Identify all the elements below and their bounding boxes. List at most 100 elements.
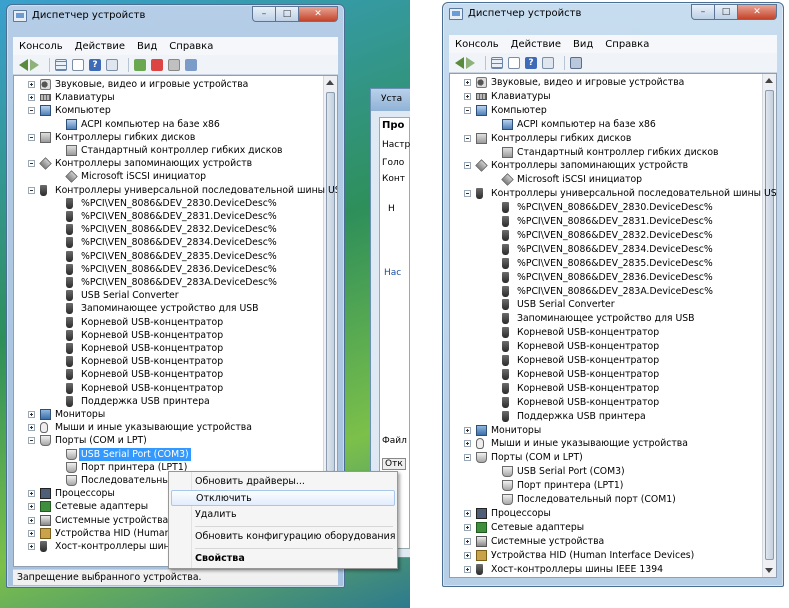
collapse-icon[interactable] bbox=[28, 186, 35, 194]
background-dialog-button[interactable]: Отк bbox=[382, 458, 406, 470]
background-dialog-tab[interactable]: Настр bbox=[382, 140, 410, 150]
tree-device[interactable]: %PCI\VEN_8086&DEV_2835.DeviceDesc% bbox=[450, 257, 760, 270]
tree-device[interactable]: Корневой USB-концентратор bbox=[14, 342, 321, 355]
tree-device[interactable]: Корневой USB-концентратор bbox=[14, 382, 321, 395]
help-icon[interactable]: ? bbox=[525, 56, 537, 69]
expand-icon[interactable] bbox=[28, 411, 35, 418]
menu-action[interactable]: Действие bbox=[511, 39, 561, 50]
menu-view[interactable]: Вид bbox=[137, 41, 157, 52]
collapse-icon[interactable] bbox=[28, 133, 35, 141]
menu-view[interactable]: Вид bbox=[573, 39, 593, 50]
tree-category[interactable]: Звуковые, видео и игровые устройства bbox=[450, 76, 760, 89]
tree-category[interactable]: Контроллеры гибких дисков bbox=[450, 132, 760, 145]
collapse-icon[interactable] bbox=[28, 160, 35, 168]
tree-category[interactable]: Компьютер bbox=[14, 104, 321, 117]
tree-category[interactable]: Хост-контроллеры шины IEEE 1394 bbox=[450, 563, 760, 576]
tree-device[interactable]: %PCI\VEN_8086&DEV_2830.DeviceDesc% bbox=[14, 197, 321, 210]
collapse-icon[interactable] bbox=[464, 162, 471, 170]
tree-device[interactable]: Корневой USB-концентратор bbox=[14, 355, 321, 368]
vertical-scrollbar[interactable] bbox=[762, 74, 776, 577]
collapse-icon[interactable] bbox=[464, 190, 471, 198]
scan-hardware-icon[interactable] bbox=[185, 58, 197, 71]
back-arrow-icon[interactable] bbox=[19, 58, 28, 71]
expand-icon[interactable] bbox=[464, 537, 471, 545]
expand-icon[interactable] bbox=[28, 94, 35, 102]
scroll-up-icon[interactable] bbox=[765, 78, 773, 83]
collapse-icon[interactable] bbox=[464, 134, 471, 142]
title-bar[interactable]: Диспетчер устройств – □ ✕ bbox=[443, 3, 783, 27]
expand-icon[interactable] bbox=[28, 543, 35, 550]
collapse-icon[interactable] bbox=[464, 106, 471, 114]
tree-category[interactable]: Мыши и иные указывающие устройства bbox=[450, 437, 760, 450]
expand-icon[interactable] bbox=[464, 440, 471, 448]
tree-device[interactable]: ACPI компьютер на базе x86 bbox=[14, 118, 321, 131]
tree-category[interactable]: Сетевые адаптеры bbox=[450, 521, 760, 534]
collapse-icon[interactable] bbox=[28, 107, 35, 115]
tree-device[interactable]: Корневой USB-концентратор bbox=[14, 368, 321, 381]
scroll-thumb[interactable] bbox=[765, 90, 774, 560]
tree-category[interactable]: Процессоры bbox=[450, 507, 760, 520]
back-arrow-icon[interactable] bbox=[455, 56, 464, 69]
tree-device[interactable]: Корневой USB-концентратор bbox=[450, 368, 760, 381]
tree-category[interactable]: Звуковые, видео и игровые устройства bbox=[14, 78, 321, 91]
tree-device[interactable]: USB Serial Port (COM3) bbox=[14, 447, 321, 461]
tree-category[interactable]: Контроллеры запоминающих устройств bbox=[14, 157, 321, 170]
tree-category[interactable]: Системные устройства bbox=[450, 535, 760, 548]
scroll-down-icon[interactable] bbox=[765, 568, 773, 573]
close-button[interactable]: ✕ bbox=[298, 6, 338, 22]
tree-device[interactable]: Последовательный порт (COM1) bbox=[450, 493, 760, 506]
tree-category[interactable]: Мыши и иные указывающие устройства bbox=[14, 421, 321, 434]
tree-device[interactable]: %PCI\VEN_8086&DEV_2836.DeviceDesc% bbox=[450, 271, 760, 284]
disable-device-icon[interactable] bbox=[168, 58, 180, 71]
expand-icon[interactable] bbox=[28, 81, 35, 88]
tree-device[interactable]: %PCI\VEN_8086&DEV_2836.DeviceDesc% bbox=[14, 263, 321, 276]
tree-device[interactable]: Стандартный контроллер гибких дисков bbox=[14, 144, 321, 157]
expand-icon[interactable] bbox=[28, 503, 35, 511]
expand-icon[interactable] bbox=[464, 509, 471, 517]
tree-device[interactable]: Корневой USB-концентратор bbox=[450, 396, 760, 409]
show-hide-tree-icon[interactable] bbox=[55, 58, 67, 71]
update-driver-icon[interactable] bbox=[134, 58, 146, 71]
tree-category[interactable]: Мониторы bbox=[14, 408, 321, 421]
background-dialog-tab[interactable]: Голо bbox=[382, 158, 404, 168]
scroll-thumb[interactable] bbox=[326, 92, 335, 472]
action-pane-icon[interactable] bbox=[106, 58, 118, 71]
properties-icon[interactable] bbox=[508, 56, 520, 69]
tree-device[interactable]: Корневой USB-концентратор bbox=[450, 340, 760, 353]
scroll-up-icon[interactable] bbox=[326, 80, 334, 85]
menu-console[interactable]: Консоль bbox=[455, 39, 499, 50]
uninstall-icon[interactable] bbox=[151, 58, 163, 71]
tree-category[interactable]: Контроллеры универсальной последовательн… bbox=[450, 187, 776, 200]
tree-device[interactable]: Запоминающее устройство для USB bbox=[14, 302, 321, 315]
expand-icon[interactable] bbox=[464, 551, 471, 559]
expand-icon[interactable] bbox=[464, 565, 471, 573]
menu-disable[interactable]: Отключить bbox=[171, 490, 395, 506]
collapse-icon[interactable] bbox=[464, 454, 471, 462]
forward-arrow-icon[interactable] bbox=[30, 58, 39, 71]
tree-device[interactable]: ACPI компьютер на базе x86 bbox=[450, 118, 760, 131]
scan-hardware-icon[interactable] bbox=[570, 56, 582, 69]
action-pane-icon[interactable] bbox=[542, 56, 554, 69]
menu-console[interactable]: Консоль bbox=[19, 41, 63, 52]
collapse-icon[interactable] bbox=[28, 437, 35, 445]
expand-icon[interactable] bbox=[28, 516, 35, 524]
expand-icon[interactable] bbox=[464, 426, 471, 434]
expand-icon[interactable] bbox=[28, 424, 35, 432]
expand-icon[interactable] bbox=[464, 79, 471, 86]
tree-device[interactable]: Поддержка USB принтера bbox=[14, 395, 321, 408]
background-dialog-tab[interactable]: Конт bbox=[382, 174, 405, 184]
forward-arrow-icon[interactable] bbox=[466, 56, 475, 69]
menu-uninstall[interactable]: Удалить bbox=[195, 507, 237, 523]
tree-device[interactable]: USB Serial Converter bbox=[450, 298, 760, 311]
tree-device[interactable]: %PCI\VEN_8086&DEV_2830.DeviceDesc% bbox=[450, 201, 760, 214]
menu-properties[interactable]: Свойства bbox=[195, 551, 245, 567]
tree-device[interactable]: %PCI\VEN_8086&DEV_2831.DeviceDesc% bbox=[450, 215, 760, 228]
tree-device[interactable]: %PCI\VEN_8086&DEV_2832.DeviceDesc% bbox=[450, 229, 760, 242]
menu-help[interactable]: Справка bbox=[605, 39, 649, 50]
tree-device[interactable]: %PCI\VEN_8086&DEV_2834.DeviceDesc% bbox=[14, 236, 321, 249]
tree-category[interactable]: Клавиатуры bbox=[450, 90, 760, 103]
tree-category[interactable]: Компьютер bbox=[450, 104, 760, 117]
tree-category[interactable]: Контроллеры гибких дисков bbox=[14, 131, 321, 144]
tree-device[interactable]: USB Serial Converter bbox=[14, 289, 321, 302]
tree-device[interactable]: %PCI\VEN_8086&DEV_2835.DeviceDesc% bbox=[14, 250, 321, 263]
